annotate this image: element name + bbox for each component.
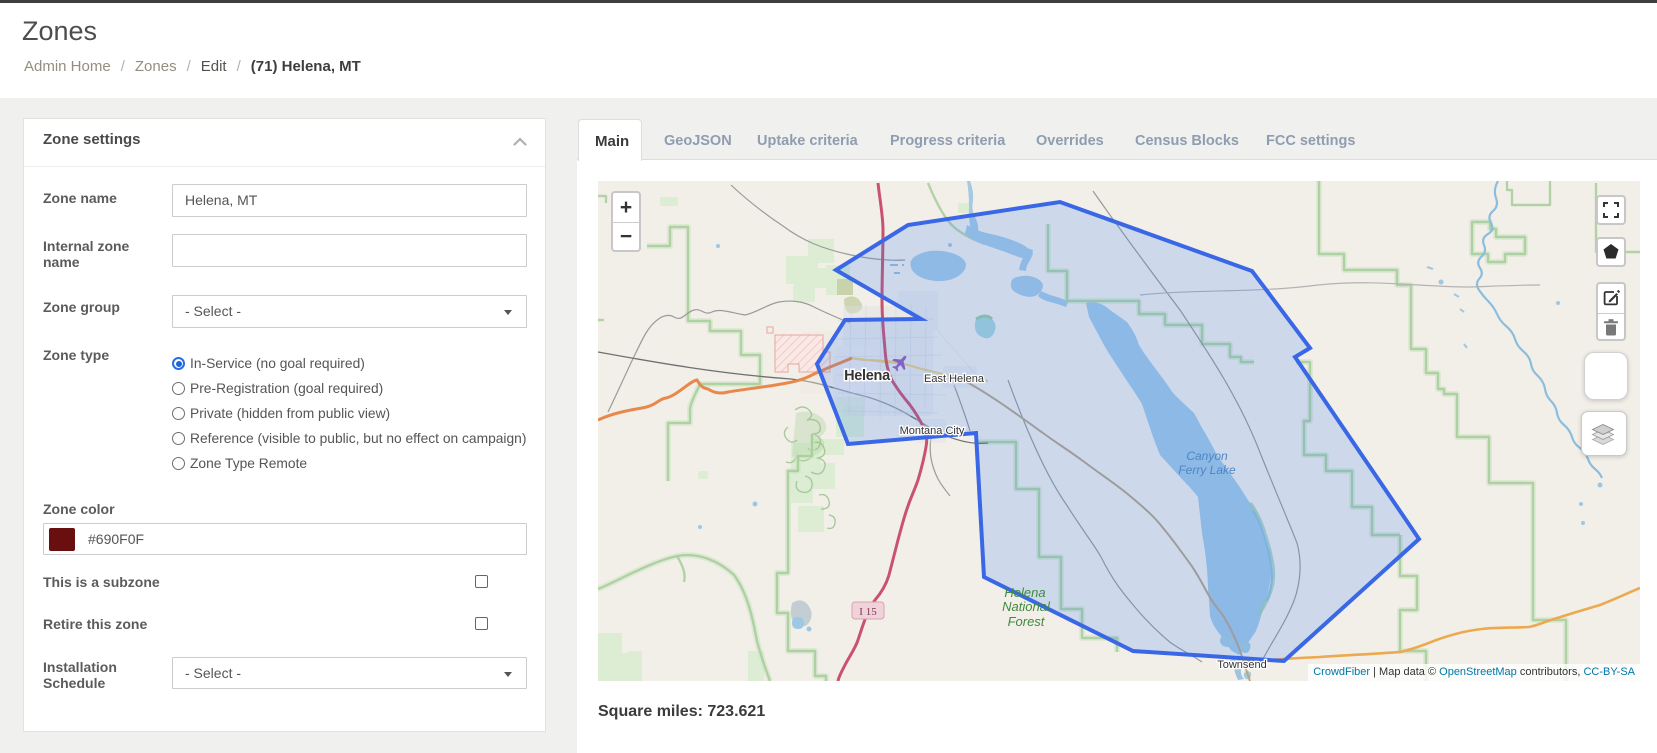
svg-text:Ferry Lake: Ferry Lake bbox=[1178, 463, 1236, 477]
svg-text:East Helena: East Helena bbox=[924, 373, 985, 385]
svg-text:Helena: Helena bbox=[844, 368, 891, 384]
svg-text:Forest: Forest bbox=[1008, 614, 1046, 629]
svg-text:Montana City: Montana City bbox=[900, 425, 965, 437]
svg-text:Helena: Helena bbox=[1004, 585, 1045, 600]
svg-text:Canyon: Canyon bbox=[1186, 449, 1228, 463]
svg-text:I 15: I 15 bbox=[859, 606, 877, 618]
svg-text:National: National bbox=[1002, 599, 1051, 614]
svg-text:Townsend: Townsend bbox=[1217, 659, 1267, 671]
